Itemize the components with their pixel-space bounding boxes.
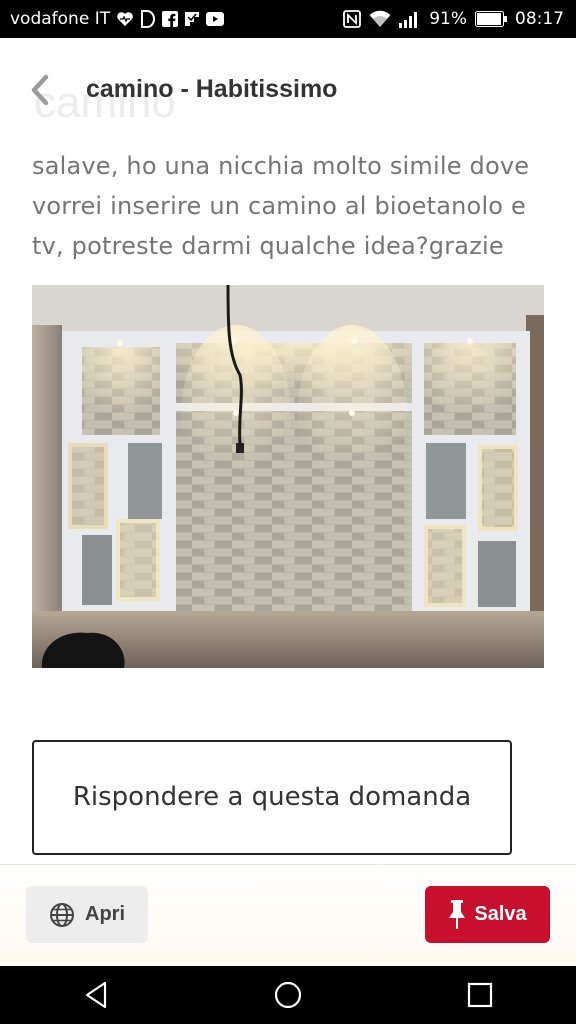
back-triangle-icon [85,981,107,1009]
header: camino camino - Habitissimo [0,38,576,148]
recents-square-icon [467,982,493,1008]
answer-question-label: Rispondere a questa domanda [72,782,472,812]
home-circle-icon [274,981,302,1009]
nav-home-button[interactable] [258,970,318,1020]
save-label: Salva [474,903,527,925]
nfc-icon [343,10,362,28]
clock: 08:17 [515,9,564,29]
nav-recents-button[interactable] [450,970,510,1020]
open-button[interactable]: Apri [26,886,148,943]
youtube-icon [206,12,225,26]
question-text: salave, ho una nicchia molto simile dove… [32,152,530,260]
action-bar: Apri Salva [0,865,576,966]
niche-photo[interactable] [32,285,544,668]
save-button[interactable]: Salva [425,886,550,943]
globe-icon [50,902,74,927]
battery-percent: 91% [429,9,467,29]
answer-question-button[interactable]: Rispondere a questa domanda [32,740,512,855]
status-bar: vodafone IT 91% 08:17 [0,0,576,38]
d-icon [140,10,156,28]
facebook-icon [162,11,179,27]
nav-back-button[interactable] [66,970,126,1020]
carrier-label: vodafone IT [10,9,111,29]
signal-icon [399,10,421,28]
back-button[interactable] [22,72,58,108]
battery-icon [475,11,507,27]
wifi-icon [369,10,391,28]
flipboard-icon [184,11,200,27]
open-label: Apri [85,903,125,925]
navigation-bar [0,966,576,1024]
page-title: camino - Habitissimo [86,75,338,103]
heart-icon [116,11,134,27]
chevron-left-icon [31,74,49,106]
pin-icon [449,899,466,929]
